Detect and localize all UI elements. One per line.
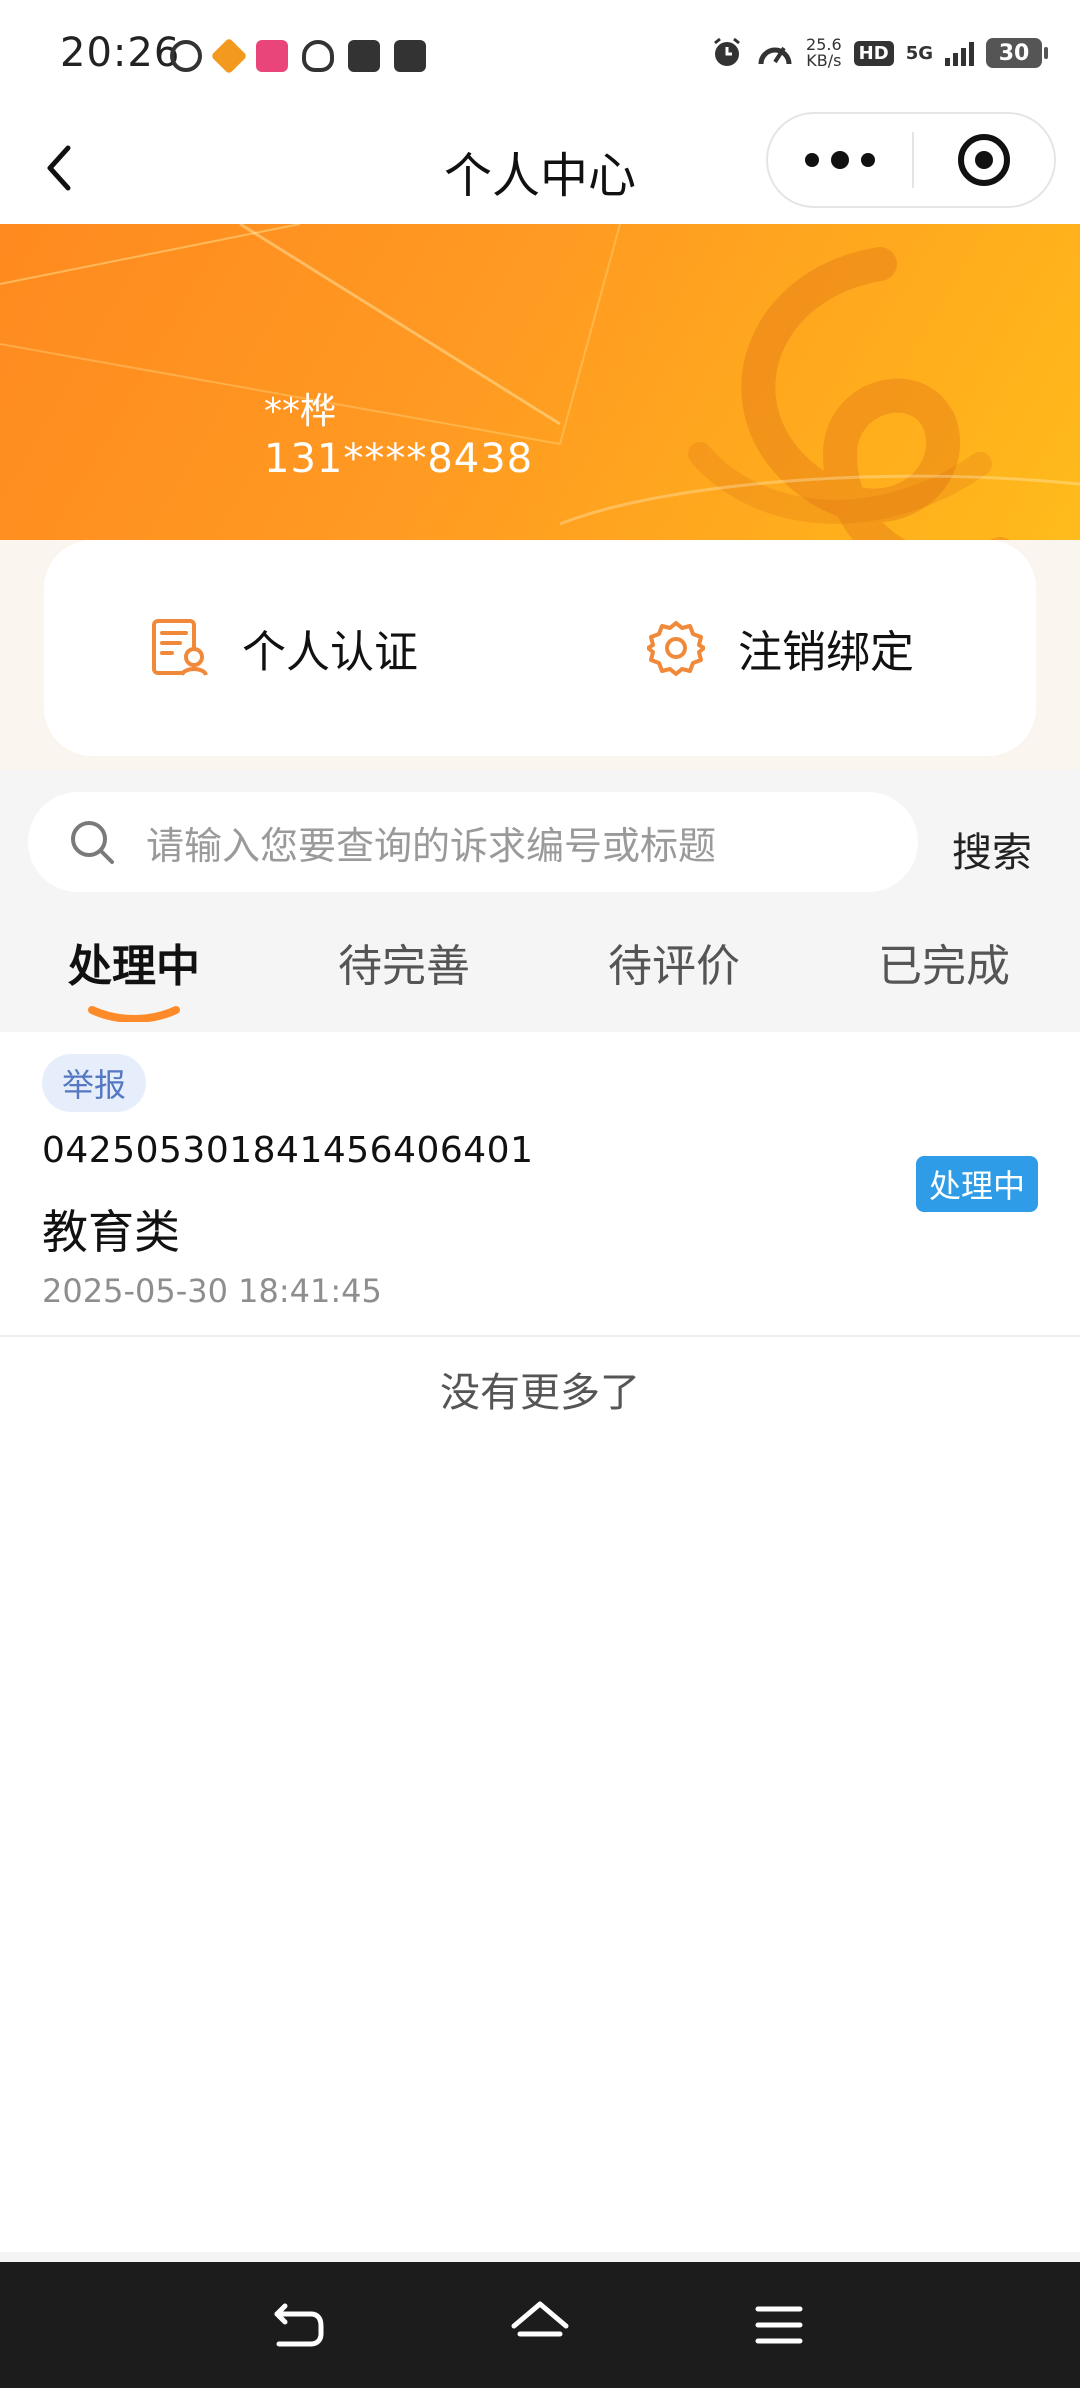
weibo-icon (302, 40, 334, 72)
gear-icon (644, 616, 708, 680)
search-icon (71, 821, 114, 864)
tab-to-complete[interactable]: 待完善 (338, 930, 470, 994)
request-title: 教育类 (42, 1205, 180, 1259)
close-miniprogram-button[interactable] (914, 114, 1054, 206)
tab-completed[interactable]: 已完成 (878, 930, 1010, 994)
status-time: 20:26 (60, 30, 181, 76)
more-button[interactable] (768, 114, 912, 206)
request-time: 2025-05-30 18:41:45 (42, 1272, 382, 1310)
back-arrow-icon (274, 2303, 324, 2347)
more-dot-icon (805, 153, 819, 167)
search-area: 请输入您要查询的诉求编号或标题 搜索 处理中 待完善 待评价 已完成 (0, 770, 1080, 1032)
status-right-icons: 25.6 KB/s HD 5G 30 (710, 36, 1048, 70)
list-item[interactable]: 举报 0425053018414564064​01 教育类 2025-05-30… (0, 1032, 1080, 1337)
tab-processing[interactable]: 处理中 (68, 930, 200, 994)
category-tag: 举报 (42, 1054, 147, 1112)
tab-to-evaluate[interactable]: 待评价 (608, 930, 740, 994)
target-icon (958, 134, 1010, 186)
status-bar: 20:26 25.6 KB/s HD 5G 30 (0, 0, 1080, 112)
tv-icon (394, 40, 426, 72)
active-tab-indicator (88, 1006, 180, 1022)
search-placeholder: 请输入您要查询的诉求编号或标题 (146, 823, 717, 868)
status-badge: 处理中 (916, 1156, 1038, 1212)
personal-certification-button[interactable]: 个人认证 (148, 540, 418, 756)
certification-label: 个人认证 (242, 627, 418, 678)
more-dot-icon (861, 153, 875, 167)
unbind-account-button[interactable]: 注销绑定 (644, 540, 914, 756)
system-navigation-bar (0, 2262, 1080, 2388)
taobao-icon (348, 40, 380, 72)
battery-level: 30 (998, 40, 1030, 66)
status-app-icons (170, 37, 426, 75)
system-back-button[interactable] (262, 2288, 336, 2362)
user-phone: 131****8438 (264, 436, 534, 482)
menu-icon (755, 2306, 803, 2344)
pinduoduo-icon (210, 37, 248, 75)
miniprogram-capsule (766, 112, 1056, 208)
status-tabs: 处理中 待完善 待评价 已完成 (0, 920, 1080, 1032)
search-button[interactable]: 搜索 (952, 820, 1032, 878)
network-speed-unit: KB/s (806, 51, 842, 70)
more-dot-icon (831, 151, 849, 169)
alarm-icon (714, 37, 740, 66)
network-type: 5G (905, 42, 933, 64)
netease-music-icon (170, 40, 202, 72)
bilibili-icon (256, 40, 288, 72)
unbind-label: 注销绑定 (738, 627, 914, 678)
signal-icon (945, 40, 974, 66)
request-code: 0425053018414564064​01 (42, 1130, 534, 1171)
user-name: **桦 (264, 391, 337, 432)
search-input[interactable]: 请输入您要查询的诉求编号或标题 (28, 792, 918, 892)
battery-icon: 30 (986, 38, 1048, 68)
certificate-icon (148, 616, 212, 680)
action-card: 个人认证 注销绑定 (44, 540, 1036, 756)
system-home-button[interactable] (503, 2288, 577, 2362)
hd-badge: HD (853, 40, 894, 66)
navigation-bar: 个人中心 (0, 112, 1080, 224)
network-speed: 25.6 KB/s (806, 37, 842, 69)
speedometer-icon (758, 46, 792, 65)
bottom-divider (0, 2252, 1080, 2262)
system-menu-button[interactable] (742, 2288, 816, 2362)
list-end-message: 没有更多了 (440, 1370, 640, 1416)
home-icon (511, 2301, 569, 2337)
